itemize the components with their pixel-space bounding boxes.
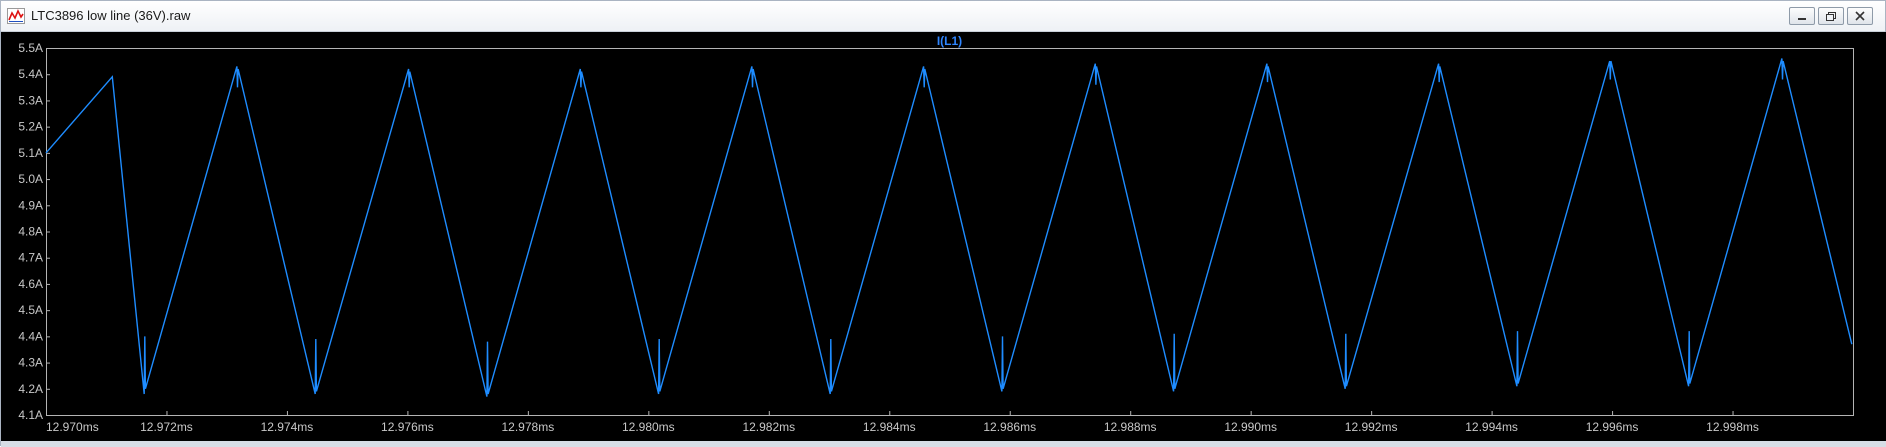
y-tick-label: 5.1A <box>18 146 43 160</box>
trace-label-i-l1[interactable]: I(L1) <box>937 34 962 48</box>
y-tick-label: 4.3A <box>18 356 43 370</box>
x-tick-label: 12.986ms <box>983 420 1036 434</box>
y-tick-label: 5.5A <box>18 41 43 55</box>
plot-frame <box>46 48 1854 416</box>
waveform-chart[interactable]: 5.5A 5.4A 5.3A 5.2A 5.1A 5.0A 4.9A 4.8A 4.7A 4.6A… <box>1 32 1886 441</box>
y-tick-label: 4.9A <box>18 198 43 212</box>
window-title: LTC3896 low line (36V).raw <box>31 8 191 23</box>
minimize-icon <box>1798 18 1806 20</box>
x-tick-label: 12.978ms <box>502 420 555 434</box>
x-tick-label: 12.998ms <box>1706 420 1759 434</box>
x-tick-label: 12.972ms <box>140 420 193 434</box>
restore-button[interactable] <box>1818 7 1844 25</box>
y-tick-label: 4.5A <box>18 303 43 317</box>
y-tick-label: 4.8A <box>18 225 43 239</box>
x-tick-label: 12.996ms <box>1586 420 1639 434</box>
x-tick-label: 12.976ms <box>381 420 434 434</box>
restore-icon <box>1826 12 1836 21</box>
y-tick-label: 4.2A <box>18 382 43 396</box>
title-bar[interactable]: LTC3896 low line (36V).raw <box>1 1 1885 32</box>
x-tick-label: 12.980ms <box>622 420 675 434</box>
minimize-button[interactable] <box>1789 7 1815 25</box>
x-tick-label: 12.988ms <box>1104 420 1157 434</box>
waveform-app-icon <box>7 8 25 24</box>
window-bottom-border <box>1 441 1886 447</box>
y-tick-label: 5.4A <box>18 67 43 81</box>
y-tick-label: 4.6A <box>18 277 43 291</box>
x-tick-label: 12.970ms <box>46 420 99 434</box>
close-icon <box>1855 11 1865 21</box>
x-axis: 12.970ms 12.972ms 12.974ms 12.976ms 12.978ms… <box>46 411 1759 434</box>
x-tick-label: 12.992ms <box>1345 420 1398 434</box>
x-tick-label: 12.994ms <box>1465 420 1518 434</box>
y-tick-label: 5.2A <box>18 120 43 134</box>
plot-pane[interactable]: 5.5A 5.4A 5.3A 5.2A 5.1A 5.0A 4.9A 4.8A 4.7A 4.6A… <box>1 32 1886 441</box>
y-axis: 5.5A 5.4A 5.3A 5.2A 5.1A 5.0A 4.9A 4.8A 4.7A 4.6A… <box>18 41 50 422</box>
trace-i-l1[interactable] <box>45 58 1853 397</box>
x-tick-label: 12.990ms <box>1224 420 1277 434</box>
x-tick-label: 12.982ms <box>742 420 795 434</box>
y-tick-label: 5.3A <box>18 93 43 107</box>
x-tick-label: 12.974ms <box>261 420 314 434</box>
close-button[interactable] <box>1847 7 1873 25</box>
waveform-window: LTC3896 low line (36V).raw 5.5A 5.4A 5.3A 5… <box>0 0 1886 447</box>
y-tick-label: 5.0A <box>18 172 43 186</box>
y-tick-label: 4.4A <box>18 329 43 343</box>
y-tick-label: 4.7A <box>18 251 43 265</box>
y-tick-label: 4.1A <box>18 408 43 422</box>
x-tick-label: 12.984ms <box>863 420 916 434</box>
